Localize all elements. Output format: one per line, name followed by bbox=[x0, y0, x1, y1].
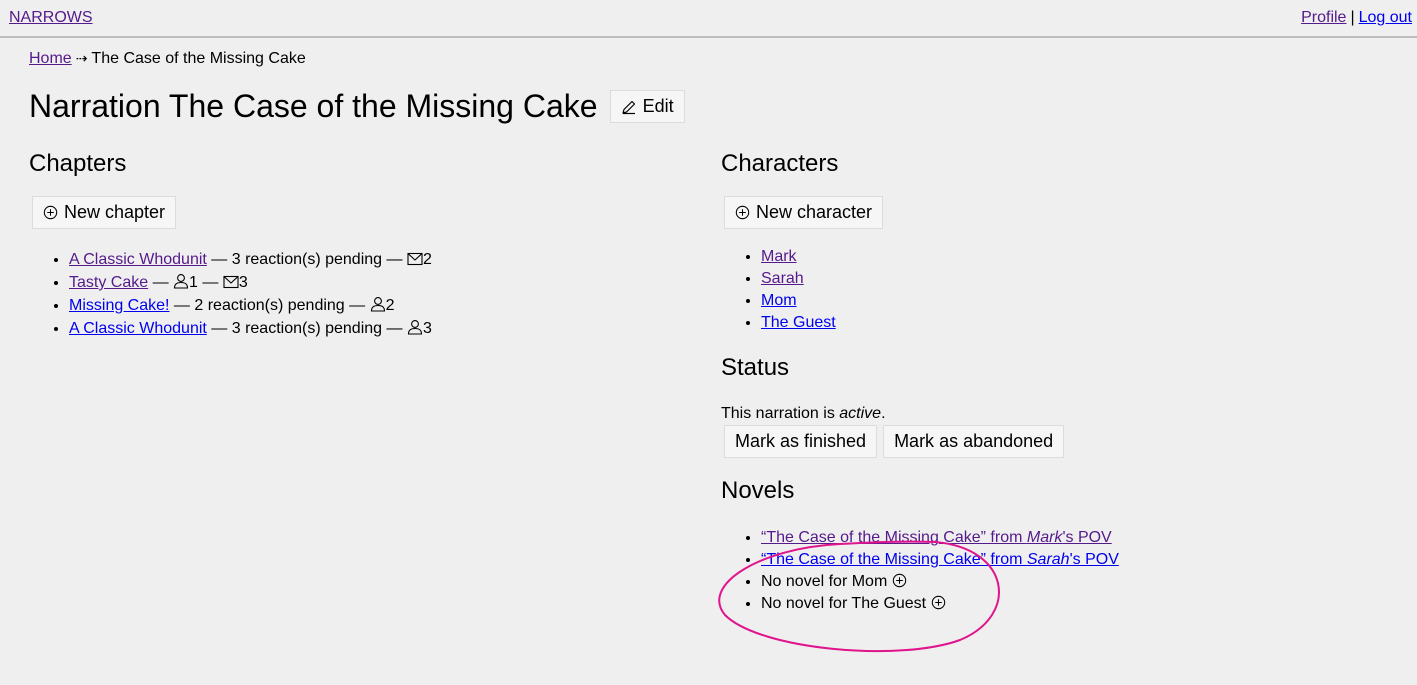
chapter-pending-text: — 2 reaction(s) pending — bbox=[169, 297, 370, 314]
novels-heading: Novels bbox=[721, 477, 795, 504]
user-links-separator: | bbox=[1350, 9, 1355, 26]
user-links: Profile | Log out bbox=[1301, 9, 1412, 27]
breadcrumb-home-link[interactable]: Home bbox=[29, 50, 72, 67]
new-chapter-label: New chapter bbox=[64, 202, 166, 222]
pencil-icon bbox=[621, 100, 635, 114]
person-icon bbox=[370, 297, 385, 312]
chapter-link[interactable]: Missing Cake! bbox=[69, 297, 169, 314]
chapter-link[interactable]: A Classic Whodunit bbox=[69, 320, 207, 337]
character-link[interactable]: Sarah bbox=[761, 270, 804, 287]
novels-list: “The Case of the Missing Cake” from Mark… bbox=[721, 527, 1401, 615]
chapter-message-count: 3 bbox=[238, 274, 248, 291]
novel-pov: 's POV bbox=[1062, 529, 1112, 546]
status-heading: Status bbox=[721, 354, 790, 381]
novel-missing-text: No novel for The Guest bbox=[761, 595, 927, 612]
character-item: The Guest bbox=[761, 312, 1401, 334]
chapter-pending-text: — 3 reaction(s) pending — bbox=[206, 251, 407, 268]
novel-character: Sarah bbox=[1026, 551, 1070, 568]
new-character-label: New character bbox=[756, 202, 873, 222]
characters-section: Characters New character Mark Sarah Mom … bbox=[721, 150, 1401, 334]
status-text-suffix: . bbox=[881, 405, 886, 422]
plus-circle-icon bbox=[735, 205, 750, 220]
novels-section: Novels “The Case of the Missing Cake” fr… bbox=[721, 477, 1401, 615]
plus-circle-icon bbox=[43, 205, 58, 220]
novel-from: from bbox=[985, 551, 1027, 568]
edit-button-label: Edit bbox=[642, 96, 674, 116]
novel-character: Mark bbox=[1026, 529, 1063, 546]
chapter-message-count: 2 bbox=[422, 251, 432, 268]
status-text-prefix: This narration is bbox=[721, 405, 840, 422]
characters-list: Mark Sarah Mom The Guest bbox=[721, 246, 1401, 334]
novel-title: “The Case of the Missing Cake” bbox=[761, 551, 986, 568]
chapter-link[interactable]: Tasty Cake bbox=[69, 274, 148, 291]
new-chapter-button[interactable]: New chapter bbox=[32, 196, 177, 229]
chapter-item: A Classic Whodunit — 3 reaction(s) pendi… bbox=[69, 317, 679, 340]
character-item: Mark bbox=[761, 246, 1401, 268]
chapter-pending-text: — bbox=[148, 274, 174, 291]
chapter-separator: — bbox=[197, 274, 223, 291]
right-column: Characters New character Mark Sarah Mom … bbox=[721, 150, 1401, 615]
logout-link[interactable]: Log out bbox=[1359, 9, 1412, 26]
novel-item: “The Case of the Missing Cake” from Sara… bbox=[761, 549, 1401, 571]
mark-abandoned-button[interactable]: Mark as abandoned bbox=[883, 425, 1065, 458]
chapter-item: A Classic Whodunit — 3 reaction(s) pendi… bbox=[69, 248, 679, 271]
plus-circle-icon[interactable] bbox=[931, 595, 946, 610]
character-link[interactable]: The Guest bbox=[761, 314, 836, 331]
novel-item: “The Case of the Missing Cake” from Mark… bbox=[761, 527, 1401, 549]
character-link[interactable]: Mom bbox=[761, 292, 797, 309]
status-buttons: Mark as finished Mark as abandoned bbox=[724, 425, 1401, 458]
novel-pov: 's POV bbox=[1069, 551, 1119, 568]
novel-title: “The Case of the Missing Cake” bbox=[761, 529, 986, 546]
breadcrumb-arrow-icon: ⇢ bbox=[75, 50, 88, 66]
characters-heading: Characters bbox=[721, 150, 839, 177]
chapter-pending-text: — 3 reaction(s) pending — bbox=[206, 320, 407, 337]
character-item: Mom bbox=[761, 290, 1401, 312]
top-navigation-bar: NARROWS Profile | Log out bbox=[0, 0, 1417, 38]
envelope-icon bbox=[407, 252, 423, 266]
status-state: active bbox=[839, 405, 882, 422]
new-character-button[interactable]: New character bbox=[724, 196, 884, 229]
mark-finished-button[interactable]: Mark as finished bbox=[724, 425, 878, 458]
page-title: Narration The Case of the Missing Cake bbox=[29, 88, 598, 124]
page-title-row: Narration The Case of the Missing Cake E… bbox=[29, 88, 685, 125]
profile-link[interactable]: Profile bbox=[1301, 9, 1346, 26]
novel-missing-item: No novel for Mom bbox=[761, 571, 1401, 593]
status-text: This narration is active. bbox=[721, 405, 1401, 423]
chapter-reader-count: 2 bbox=[385, 297, 395, 314]
person-icon bbox=[173, 274, 189, 289]
plus-circle-icon[interactable] bbox=[892, 573, 907, 588]
brand-link[interactable]: NARROWS bbox=[9, 9, 93, 27]
edit-button[interactable]: Edit bbox=[609, 90, 685, 123]
chapter-link[interactable]: A Classic Whodunit bbox=[69, 251, 207, 268]
novel-missing-item: No novel for The Guest bbox=[761, 593, 1401, 615]
chapters-section: Chapters New chapter A Classic Whodunit … bbox=[29, 150, 679, 340]
breadcrumb-current: The Case of the Missing Cake bbox=[91, 50, 306, 67]
chapters-list: A Classic Whodunit — 3 reaction(s) pendi… bbox=[29, 248, 679, 340]
breadcrumb: Home ⇢ The Case of the Missing Cake bbox=[29, 50, 306, 68]
novel-link[interactable]: “The Case of the Missing Cake” from Sara… bbox=[761, 551, 1119, 568]
character-link[interactable]: Mark bbox=[761, 248, 797, 265]
chapter-reader-count: 1 bbox=[189, 274, 198, 291]
character-item: Sarah bbox=[761, 268, 1401, 290]
novel-from: from bbox=[985, 529, 1027, 546]
chapter-item: Tasty Cake — 1 — 3 bbox=[69, 271, 679, 294]
chapter-reader-count: 3 bbox=[422, 320, 432, 337]
person-icon bbox=[407, 320, 422, 335]
envelope-icon bbox=[223, 275, 239, 289]
novel-link[interactable]: “The Case of the Missing Cake” from Mark… bbox=[761, 529, 1112, 546]
status-section: Status This narration is active. Mark as… bbox=[721, 354, 1401, 458]
novel-missing-text: No novel for Mom bbox=[761, 573, 888, 590]
chapters-heading: Chapters bbox=[29, 150, 127, 177]
chapter-item: Missing Cake! — 2 reaction(s) pending — … bbox=[69, 294, 679, 317]
